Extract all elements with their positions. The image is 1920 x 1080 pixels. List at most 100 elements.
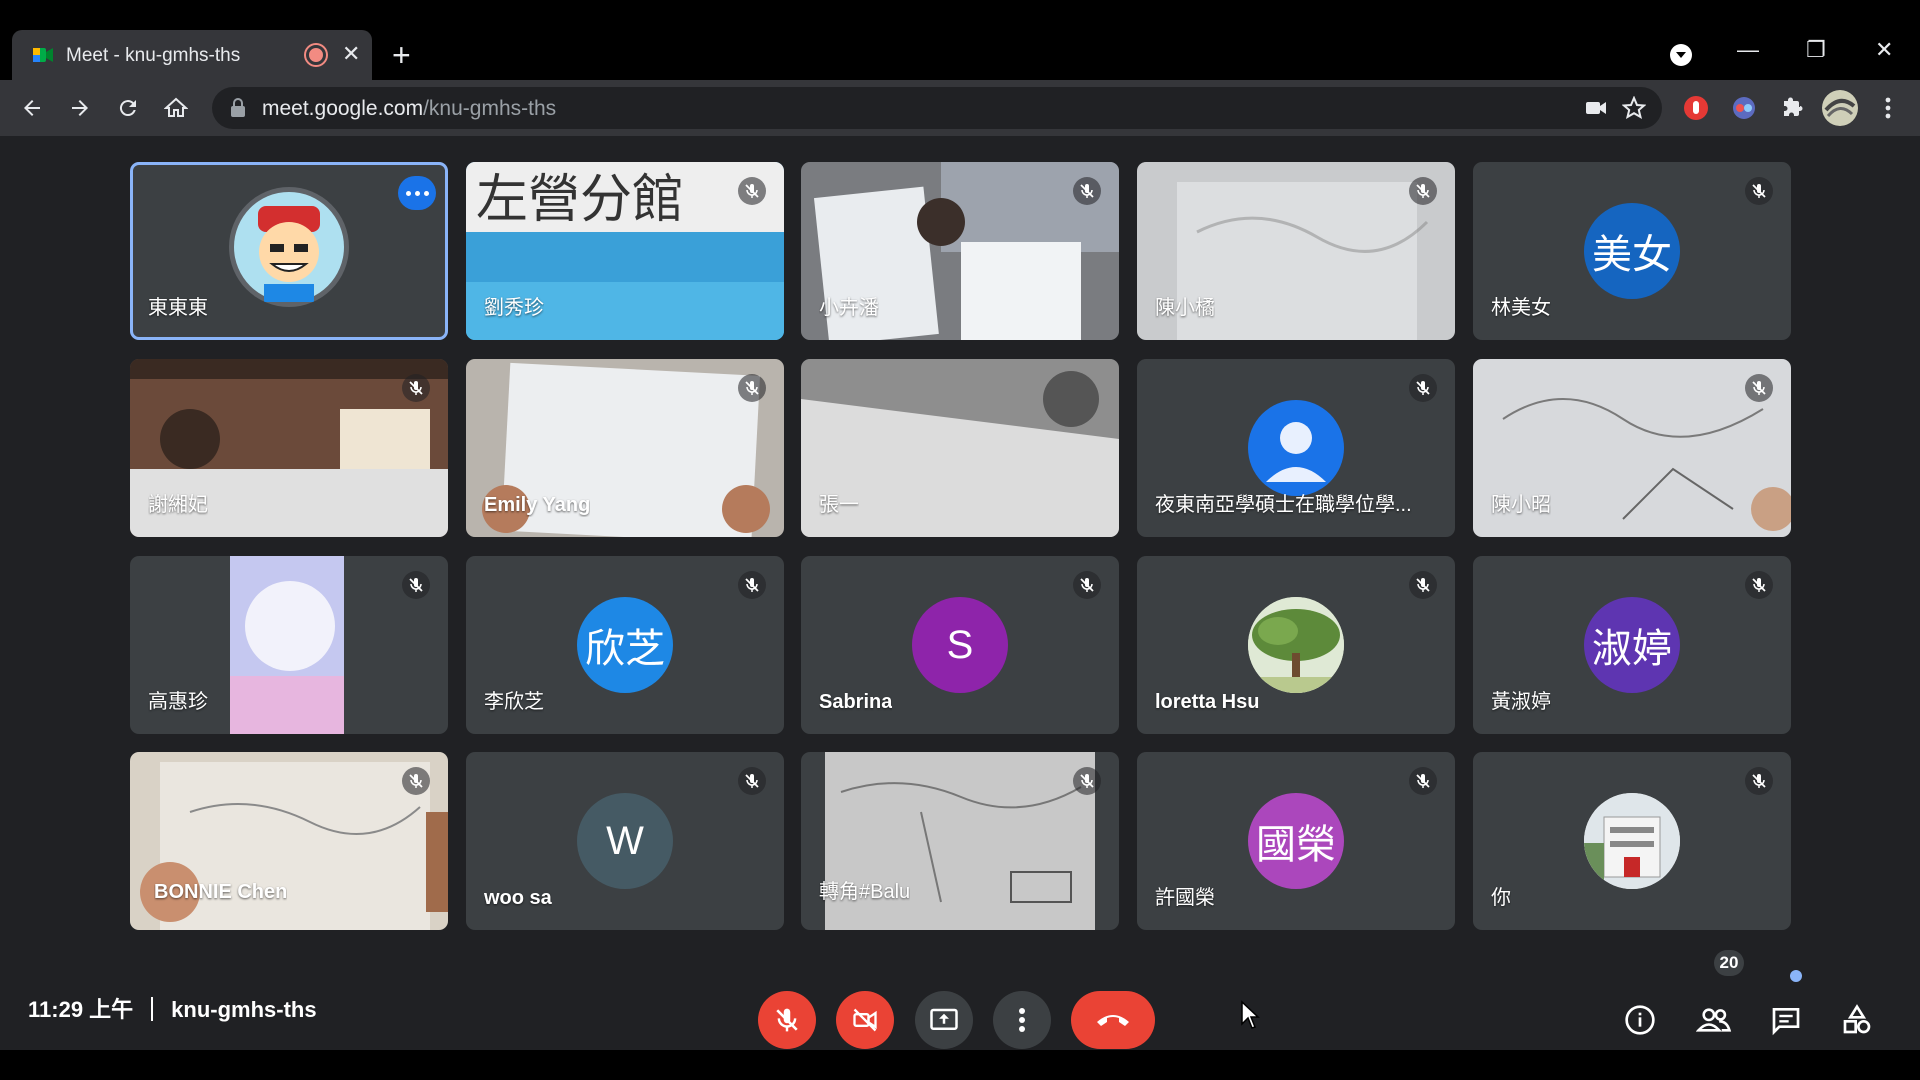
participant-name: 許國榮 <box>1155 887 1215 909</box>
extension-icon[interactable] <box>1728 92 1760 124</box>
participant-photo-avatar <box>1248 597 1344 693</box>
mic-muted-icon <box>1073 571 1101 599</box>
bookmark-star-icon[interactable] <box>1622 96 1646 120</box>
address-bar[interactable]: meet.google.com/knu-gmhs-ths <box>212 87 1662 129</box>
arrow-right-icon <box>72 100 88 116</box>
tree-photo-icon <box>1248 597 1344 693</box>
participant-tile[interactable]: S Sabrina <box>801 556 1119 734</box>
participant-tile[interactable]: 美女 林美女 <box>1473 162 1791 340</box>
mic-muted-icon <box>402 767 430 795</box>
meet-call-area: 東東東 左營分館 劉秀珍 小卉潘 陳小橘 美女 林美女 謝緗妃 Emily Ya… <box>0 136 1920 1050</box>
mic-muted-icon <box>738 374 766 402</box>
mic-muted-icon <box>1409 374 1437 402</box>
participant-name: 陳小昭 <box>1491 494 1551 516</box>
participant-tile[interactable]: 陳小橘 <box>1137 162 1455 340</box>
new-tab-button[interactable]: + <box>392 38 411 72</box>
browser-tab-strip: Meet - knu-gmhs-ths ✕ + — ❐ ✕ <box>0 0 1920 80</box>
participant-tile[interactable]: BONNIE Chen <box>130 752 448 930</box>
more-options-button[interactable] <box>993 991 1051 1049</box>
participant-name: 陳小橘 <box>1155 297 1215 319</box>
recording-indicator-icon <box>306 45 326 65</box>
meeting-details: 11:29 上午 knu-gmhs-ths <box>28 992 317 1024</box>
participant-name: Sabrina <box>819 691 893 713</box>
mic-muted-icon <box>1409 177 1437 205</box>
participant-tile[interactable]: 夜東南亞學碩士在職學位學... <box>1137 359 1455 537</box>
participant-initials-avatar: 國榮 <box>1248 793 1344 889</box>
participant-name: 東東東 <box>148 297 208 319</box>
participant-initials-avatar: S <box>912 597 1008 693</box>
participant-tile[interactable]: 東東東 <box>130 162 448 340</box>
participant-count-badge: 20 <box>1714 950 1744 976</box>
participant-tile[interactable]: Emily Yang <box>466 359 784 537</box>
forward-button[interactable] <box>64 92 96 124</box>
participant-tile[interactable]: 謝緗妃 <box>130 359 448 537</box>
browser-menu-icon[interactable] <box>1872 92 1904 124</box>
participant-tile[interactable]: 高惠珍 <box>130 556 448 734</box>
url-text: meet.google.com/knu-gmhs-ths <box>262 97 556 121</box>
participant-name: 你 <box>1491 887 1511 909</box>
tab-close-icon[interactable]: ✕ <box>342 42 360 66</box>
participant-name: 劉秀珍 <box>484 297 544 319</box>
meet-control-bar: 11:29 上午 knu-gmhs-ths <box>0 950 1920 1050</box>
participant-tile[interactable]: 淑婷 黃淑婷 <box>1473 556 1791 734</box>
participant-name: 黃淑婷 <box>1491 691 1551 713</box>
chat-icon <box>1772 1008 1800 1036</box>
svg-text:左營分館: 左營分館 <box>476 170 684 230</box>
participant-name: woo sa <box>484 887 552 909</box>
participant-tile[interactable]: 欣芝 李欣芝 <box>466 556 784 734</box>
more-options-button[interactable] <box>398 176 436 210</box>
activities-button[interactable] <box>1835 998 1879 1042</box>
participant-tile[interactable]: 陳小昭 <box>1473 359 1791 537</box>
participant-tile[interactable]: 轉角#Balu <box>801 752 1119 930</box>
camera-off-icon <box>853 1008 877 1032</box>
default-user-avatar <box>1248 400 1344 496</box>
mic-muted-icon <box>738 571 766 599</box>
participant-name: 夜東南亞學碩士在職學位學... <box>1155 494 1412 516</box>
mic-muted-icon <box>738 177 766 205</box>
meeting-code: knu-gmhs-ths <box>171 997 317 1022</box>
leave-call-button[interactable] <box>1071 991 1155 1049</box>
browser-tab-meet[interactable]: Meet - knu-gmhs-ths ✕ <box>12 30 372 80</box>
hang-up-icon <box>1097 1015 1129 1026</box>
profile-avatar[interactable] <box>1822 90 1858 126</box>
participant-name: 張一 <box>819 494 859 516</box>
participant-name: Emily Yang <box>484 494 591 516</box>
participant-tile[interactable]: 張一 <box>801 359 1119 537</box>
participant-name: 轉角#Balu <box>819 881 911 903</box>
microphone-toggle-button[interactable] <box>758 991 816 1049</box>
chat-button[interactable] <box>1764 998 1808 1042</box>
home-icon <box>164 97 188 117</box>
mic-muted-icon <box>1745 177 1773 205</box>
participant-tile[interactable]: 你 <box>1473 752 1791 930</box>
mouse-cursor-icon <box>1241 1000 1260 1029</box>
taskbar-strip <box>0 1050 1920 1080</box>
meeting-details-button[interactable] <box>1618 998 1662 1042</box>
mic-muted-icon <box>1745 767 1773 795</box>
participant-tile[interactable]: 國榮 許國榮 <box>1137 752 1455 930</box>
participant-tile[interactable]: W woo sa <box>466 752 784 930</box>
tab-search-icon[interactable] <box>1670 44 1692 66</box>
participant-tile[interactable]: 小卉潘 <box>801 162 1119 340</box>
participants-button[interactable] <box>1692 998 1736 1042</box>
adblock-extension-icon[interactable] <box>1680 92 1712 124</box>
camera-toggle-button[interactable] <box>836 991 894 1049</box>
back-button[interactable] <box>16 92 48 124</box>
minimize-button[interactable]: — <box>1737 38 1759 62</box>
camera-in-use-icon[interactable] <box>1584 96 1608 120</box>
participant-tile[interactable]: 左營分館 劉秀珍 <box>466 162 784 340</box>
current-time: 11:29 上午 <box>28 997 134 1022</box>
home-button[interactable] <box>160 92 192 124</box>
reload-button[interactable] <box>112 92 144 124</box>
mic-muted-icon <box>402 571 430 599</box>
mic-muted-icon <box>1409 571 1437 599</box>
cartoon-avatar-icon <box>234 192 344 302</box>
mic-muted-icon <box>1745 374 1773 402</box>
extensions-puzzle-icon[interactable] <box>1776 92 1808 124</box>
close-window-button[interactable]: ✕ <box>1875 38 1893 62</box>
present-screen-button[interactable] <box>915 991 973 1049</box>
mic-muted-icon <box>402 374 430 402</box>
participant-name: 李欣芝 <box>484 691 544 713</box>
participant-tile[interactable]: loretta Hsu <box>1137 556 1455 734</box>
info-icon <box>1625 1005 1655 1035</box>
restore-button[interactable]: ❐ <box>1806 38 1826 62</box>
